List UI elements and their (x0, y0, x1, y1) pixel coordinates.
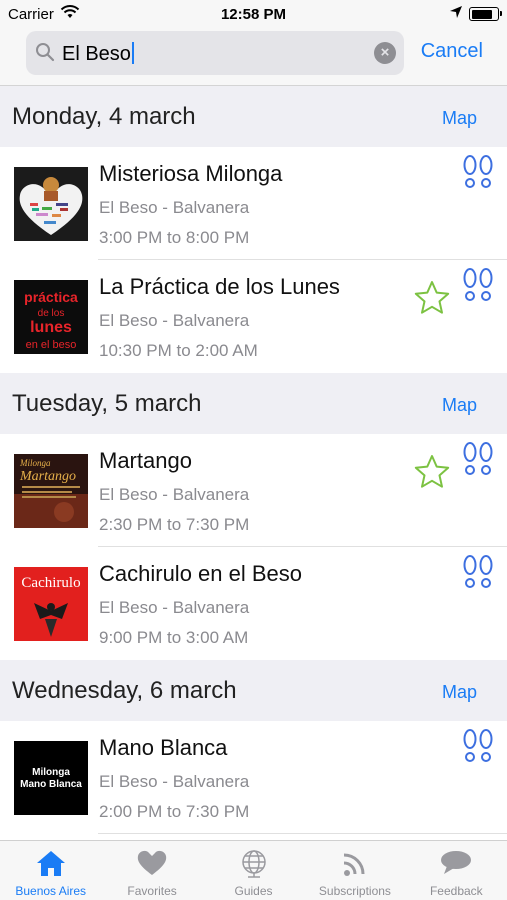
event-title: Misteriosa Milonga (99, 161, 283, 186)
thumb-text: lunes (30, 319, 72, 336)
list-item[interactable]: Cachirulo Cachirulo en el Beso El Beso -… (0, 547, 507, 660)
event-venue: El Beso - Balvanera (99, 198, 250, 217)
event-hours: 10:30 PM to 2:00 AM (99, 341, 258, 360)
list-item[interactable]: Milonga Mano Blanca Mano Blanca El Beso … (0, 721, 507, 834)
clock: 12:58 PM (220, 6, 287, 23)
section-day-title: Wednesday, 6 march (12, 677, 237, 704)
cancel-button[interactable]: Cancel (421, 40, 483, 63)
map-button[interactable]: Map (442, 682, 477, 703)
thumb-text: Milonga (19, 458, 51, 468)
favorite-star-icon[interactable] (413, 280, 451, 321)
tab-feedback[interactable]: Feedback (406, 841, 507, 900)
search-value: El Beso (62, 43, 131, 65)
favorite-star-icon[interactable] (413, 454, 451, 495)
list-item[interactable]: Milonga Martango Martango El Beso - Balv… (0, 434, 507, 547)
rss-icon (339, 849, 371, 884)
section-day-title: Tuesday, 5 march (12, 390, 202, 417)
event-venue: El Beso - Balvanera (99, 598, 250, 617)
footprints-icon[interactable] (461, 266, 495, 311)
event-hours: 9:00 PM to 3:00 AM (99, 628, 249, 647)
event-venue: El Beso - Balvanera (99, 311, 250, 330)
heart-icon (136, 849, 168, 882)
event-title: Cachirulo en el Beso (99, 561, 303, 586)
event-thumbnail (14, 167, 88, 241)
thumb-text: Cachirulo (21, 575, 80, 591)
list-item[interactable]: Misteriosa Milonga El Beso - Balvanera 3… (0, 147, 507, 260)
list-item[interactable]: práctica de los lunes en el beso La Prác… (0, 260, 507, 373)
event-thumbnail: Cachirulo (14, 567, 88, 641)
event-thumbnail: Milonga Mano Blanca (14, 741, 88, 815)
tab-label: Favorites (127, 884, 177, 898)
map-button[interactable]: Map (442, 395, 477, 416)
footprints-icon[interactable] (461, 727, 495, 772)
map-button[interactable]: Map (442, 108, 477, 129)
house-icon (35, 849, 67, 882)
speech-bubble-icon (439, 849, 473, 882)
event-thumbnail: práctica de los lunes en el beso (14, 280, 88, 354)
tab-label: Buenos Aires (15, 884, 87, 898)
event-list[interactable]: Monday, 4 march Map Misteriosa Milonga E… (0, 86, 507, 840)
text-caret (131, 42, 134, 64)
section-header-tuesday: Tuesday, 5 march Map (0, 373, 507, 434)
thumb-text: Milonga (32, 767, 70, 778)
thumb-text: Mano Blanca (20, 779, 82, 790)
thumb-text: de los (38, 308, 65, 319)
event-venue: El Beso - Balvanera (99, 772, 250, 791)
tab-favorites[interactable]: Favorites (101, 841, 202, 900)
search-icon (35, 42, 55, 67)
tab-bar: Buenos Aires Favorites Guides Subscripti… (0, 840, 507, 900)
section-header-wednesday: Wednesday, 6 march Map (0, 660, 507, 721)
event-title: Martango (99, 448, 192, 473)
tab-buenos-aires[interactable]: Buenos Aires (0, 841, 101, 900)
event-title: Mano Blanca (99, 735, 228, 760)
location-arrow-icon (449, 5, 463, 23)
thumb-text: práctica (24, 289, 78, 305)
event-hours: 2:30 PM to 7:30 PM (99, 515, 250, 534)
tab-label: Feedback (429, 884, 483, 898)
tab-label: Subscriptions (318, 884, 391, 898)
event-venue: El Beso - Balvanera (99, 485, 250, 504)
event-hours: 2:00 PM to 7:30 PM (99, 802, 250, 821)
section-day-title: Monday, 4 march (12, 103, 196, 130)
tab-subscriptions[interactable]: Subscriptions (304, 841, 405, 900)
event-thumbnail: Milonga Martango (14, 454, 88, 528)
search-bar: El Beso × Cancel (0, 28, 507, 86)
clear-icon[interactable]: × (374, 42, 396, 64)
tab-label: Guides (234, 884, 273, 898)
globe-icon (238, 849, 270, 884)
battery-icon (469, 7, 502, 21)
search-input[interactable]: El Beso × (26, 31, 404, 75)
event-hours: 3:00 PM to 8:00 PM (99, 228, 250, 247)
tab-guides[interactable]: Guides (203, 841, 304, 900)
battery-fill (471, 9, 492, 19)
event-title: La Práctica de los Lunes (99, 274, 340, 299)
footprints-icon[interactable] (461, 440, 495, 485)
status-bar: Carrier 12:58 PM (0, 0, 507, 28)
footprints-icon[interactable] (461, 553, 495, 598)
section-header-monday: Monday, 4 march Map (0, 86, 507, 147)
thumb-text: en el beso (26, 339, 77, 351)
footprints-icon[interactable] (461, 153, 495, 198)
thumb-text: Martango (19, 469, 76, 484)
